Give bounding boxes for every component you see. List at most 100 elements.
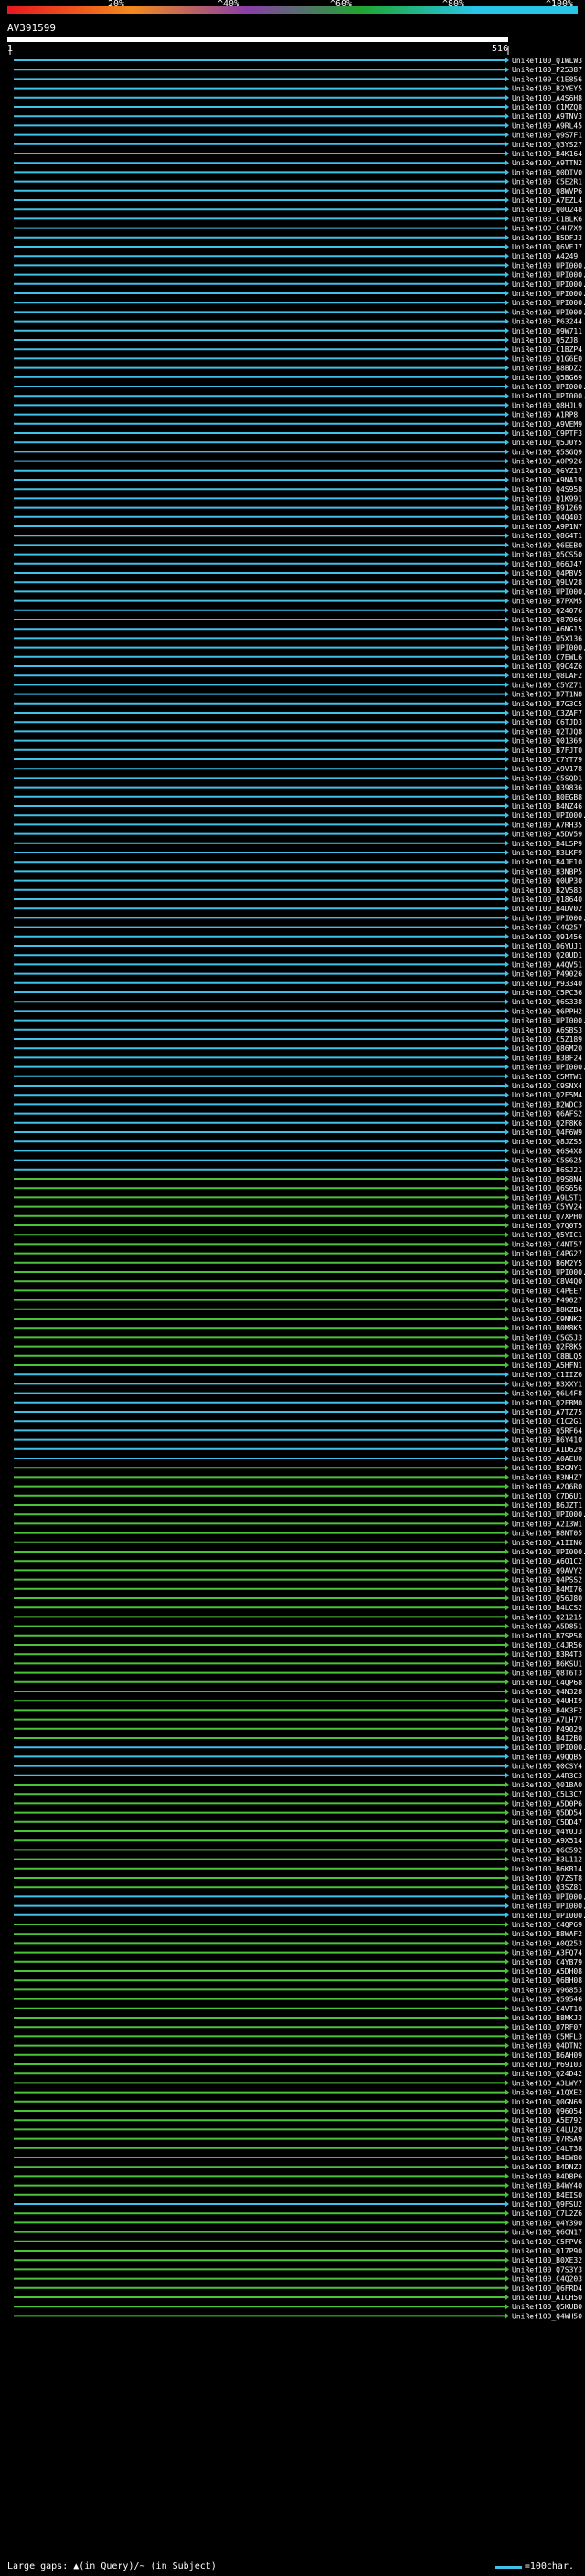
hit-label[interactable]: UniRef100_Q20UD1 (512, 951, 582, 959)
hit-label[interactable]: UniRef100_Q1WLW3 (512, 57, 582, 65)
hit-label[interactable]: UniRef100_Q7RSA9 (512, 2136, 582, 2144)
hit-label[interactable]: UniRef100_B2WDC3 (512, 1100, 582, 1108)
hit-label[interactable]: UniRef100_A7LH77 (512, 1716, 582, 1724)
hit-label[interactable]: UniRef100_A1D629 (512, 1446, 582, 1454)
hit-label[interactable]: UniRef100_A9LST1 (512, 1193, 582, 1202)
hit-label[interactable]: UniRef100_Q17P90 (512, 2247, 582, 2255)
hit-label[interactable]: UniRef100_A2Q6R0 (512, 1483, 582, 1491)
hit-label[interactable]: UniRef100_B2V583 (512, 886, 582, 895)
hit-label[interactable]: UniRef100_B7G3C5 (512, 700, 582, 708)
hit-label[interactable]: UniRef100_C1IIZ6 (512, 1371, 582, 1379)
hit-label[interactable]: UniRef100_Q4Y0J3 (512, 1828, 582, 1836)
hit-label[interactable]: UniRef100_Q7ZST8 (512, 1874, 582, 1882)
hit-label[interactable]: UniRef100_Q0UP30 (512, 877, 582, 885)
hit-label[interactable]: UniRef100_Q1K991 (512, 494, 582, 503)
hit-label[interactable]: UniRef100_Q6VEJ7 (512, 243, 582, 251)
hit-label[interactable]: UniRef100_Q9AVY2 (512, 1566, 582, 1574)
hit-label[interactable]: UniRef100_C1BZP4 (512, 345, 582, 354)
hit-label[interactable]: UniRef100_B0EGB8 (512, 793, 582, 801)
hit-label[interactable]: UniRef100_P63244 (512, 318, 582, 326)
hit-label[interactable]: UniRef100_A9P1N7 (512, 523, 582, 531)
hit-label[interactable]: UniRef100_Q21215 (512, 1613, 582, 1621)
hit-label[interactable]: UniRef100_B7T1N8 (512, 691, 582, 699)
hit-label[interactable]: UniRef100_C9SNX4 (512, 1082, 582, 1090)
hit-label[interactable]: UniRef100_Q9FSU2 (512, 2200, 582, 2209)
hit-label[interactable]: UniRef100_C5YZ71 (512, 681, 582, 689)
hit-label[interactable]: UniRef100_Q7Q0T5 (512, 1222, 582, 1230)
hit-label[interactable]: UniRef100_UPI000... (512, 644, 585, 652)
hit-label[interactable]: UniRef100_UPI000... (512, 1744, 585, 1752)
hit-label[interactable]: UniRef100_Q59546 (512, 1996, 582, 2004)
hit-label[interactable]: UniRef100_C5G5J3 (512, 1333, 582, 1341)
hit-label[interactable]: UniRef100_Q0GN69 (512, 2098, 582, 2106)
hit-label[interactable]: UniRef100_C7YT79 (512, 756, 582, 764)
hit-label[interactable]: UniRef100_B3NBP5 (512, 867, 582, 875)
hit-label[interactable]: UniRef100_Q6EEB0 (512, 541, 582, 549)
hit-label[interactable]: UniRef100_Q2FBM0 (512, 1399, 582, 1407)
hit-label[interactable]: UniRef100_A1IIN6 (512, 1539, 582, 1547)
hit-label[interactable]: UniRef100_B4K164 (512, 150, 582, 158)
hit-label[interactable]: UniRef100_A5HFN1 (512, 1362, 582, 1370)
hit-label[interactable]: UniRef100_A0AEU0 (512, 1455, 582, 1463)
hit-label[interactable]: UniRef100_UPI000... (512, 1903, 585, 1911)
hit-label[interactable]: UniRef100_B8BDZ2 (512, 365, 582, 373)
hit-label[interactable]: UniRef100_Q6AFS2 (512, 1110, 582, 1118)
hit-label[interactable]: UniRef100_Q7XPH0 (512, 1213, 582, 1221)
hit-label[interactable]: UniRef100_Q7S3Y3 (512, 2265, 582, 2274)
hit-label[interactable]: UniRef100_C4VT10 (512, 2005, 582, 2013)
hit-label[interactable]: UniRef100_UPI000... (512, 1912, 585, 1920)
hit-label[interactable]: UniRef100_B4EIS0 (512, 2191, 582, 2200)
hit-label[interactable]: UniRef100_Q6BH08 (512, 1977, 582, 1985)
hit-label[interactable]: UniRef100_UPI000... (512, 811, 585, 820)
hit-label[interactable]: UniRef100_B6Y410 (512, 1436, 582, 1445)
hit-label[interactable]: UniRef100_Q4Y390 (512, 2219, 582, 2227)
hit-label[interactable]: UniRef100_P49029 (512, 1725, 582, 1733)
hit-label[interactable]: UniRef100_A4R3C3 (512, 1772, 582, 1780)
hit-label[interactable]: UniRef100_P49026 (512, 970, 582, 979)
hit-label[interactable]: UniRef100_C5FPV6 (512, 2238, 582, 2246)
hit-label[interactable]: UniRef100_B7PXM5 (512, 598, 582, 606)
hit-label[interactable]: UniRef100_Q6C592 (512, 1846, 582, 1854)
hit-label[interactable]: UniRef100_B4LCS2 (512, 1604, 582, 1612)
hit-label[interactable]: UniRef100_P93340 (512, 980, 582, 988)
hit-label[interactable]: UniRef100_B6KSU1 (512, 1659, 582, 1668)
hit-label[interactable]: UniRef100_UPI000... (512, 1064, 585, 1072)
hit-label[interactable]: UniRef100_C4LU20 (512, 2125, 582, 2134)
hit-label[interactable]: UniRef100_C5Z189 (512, 1035, 582, 1044)
hit-label[interactable]: UniRef100_Q6FRD4 (512, 2284, 582, 2293)
hit-label[interactable]: UniRef100_C8V4Q0 (512, 1277, 582, 1286)
hit-label[interactable]: UniRef100_B3XXY1 (512, 1380, 582, 1388)
hit-label[interactable]: UniRef100_A7RH35 (512, 821, 582, 829)
hit-label[interactable]: UniRef100_A4QV51 (512, 960, 582, 969)
hit-label[interactable]: UniRef100_Q5CS50 (512, 551, 582, 559)
hit-label[interactable]: UniRef100_B91269 (512, 504, 582, 513)
hit-label[interactable]: UniRef100_Q87066 (512, 616, 582, 624)
hit-label[interactable]: UniRef100_B6SJ21 (512, 1166, 582, 1174)
hit-label[interactable]: UniRef100_A7TZ75 (512, 1408, 582, 1416)
hit-label[interactable]: UniRef100_Q9C4Z6 (512, 663, 582, 671)
hit-label[interactable]: UniRef100_Q24076 (512, 607, 582, 615)
hit-label[interactable]: UniRef100_Q9LV28 (512, 578, 582, 587)
hit-label[interactable]: UniRef100_Q5KUB0 (512, 2303, 582, 2311)
hit-label[interactable]: UniRef100_B3R4T3 (512, 1650, 582, 1659)
hit-label[interactable]: UniRef100_A1QXE2 (512, 2089, 582, 2097)
hit-label[interactable]: UniRef100_Q5ZJ8 (512, 336, 578, 345)
hit-label[interactable]: UniRef100_A3FQ74 (512, 1949, 582, 1957)
hit-label[interactable]: UniRef100_B4JE10 (512, 858, 582, 866)
hit-label[interactable]: UniRef100_Q6S656 (512, 1184, 582, 1193)
hit-label[interactable]: UniRef100_Q39836 (512, 784, 582, 792)
hit-label[interactable]: UniRef100_Q96054 (512, 2107, 582, 2115)
hit-label[interactable]: UniRef100_C6TJD3 (512, 718, 582, 726)
hit-label[interactable]: UniRef100_C7EWL6 (512, 653, 582, 662)
hit-label[interactable]: UniRef100_UPI000... (512, 914, 585, 922)
hit-label[interactable]: UniRef100_B6M2Y5 (512, 1259, 582, 1267)
hit-label[interactable]: UniRef100_Q0CSY4 (512, 1763, 582, 1771)
hit-label[interactable]: UniRef100_C1BLK6 (512, 215, 582, 223)
hit-label[interactable]: UniRef100_B4K3F2 (512, 1706, 582, 1714)
hit-label[interactable]: UniRef100_P49027 (512, 1297, 582, 1305)
hit-label[interactable]: UniRef100_UPI000... (512, 308, 585, 316)
hit-label[interactable]: UniRef100_A7EZL4 (512, 196, 582, 205)
hit-label[interactable]: UniRef100_A5DH08 (512, 1967, 582, 1976)
hit-label[interactable]: UniRef100_B6AH09 (512, 2051, 582, 2060)
hit-label[interactable]: UniRef100_A0Q253 (512, 1939, 582, 1947)
